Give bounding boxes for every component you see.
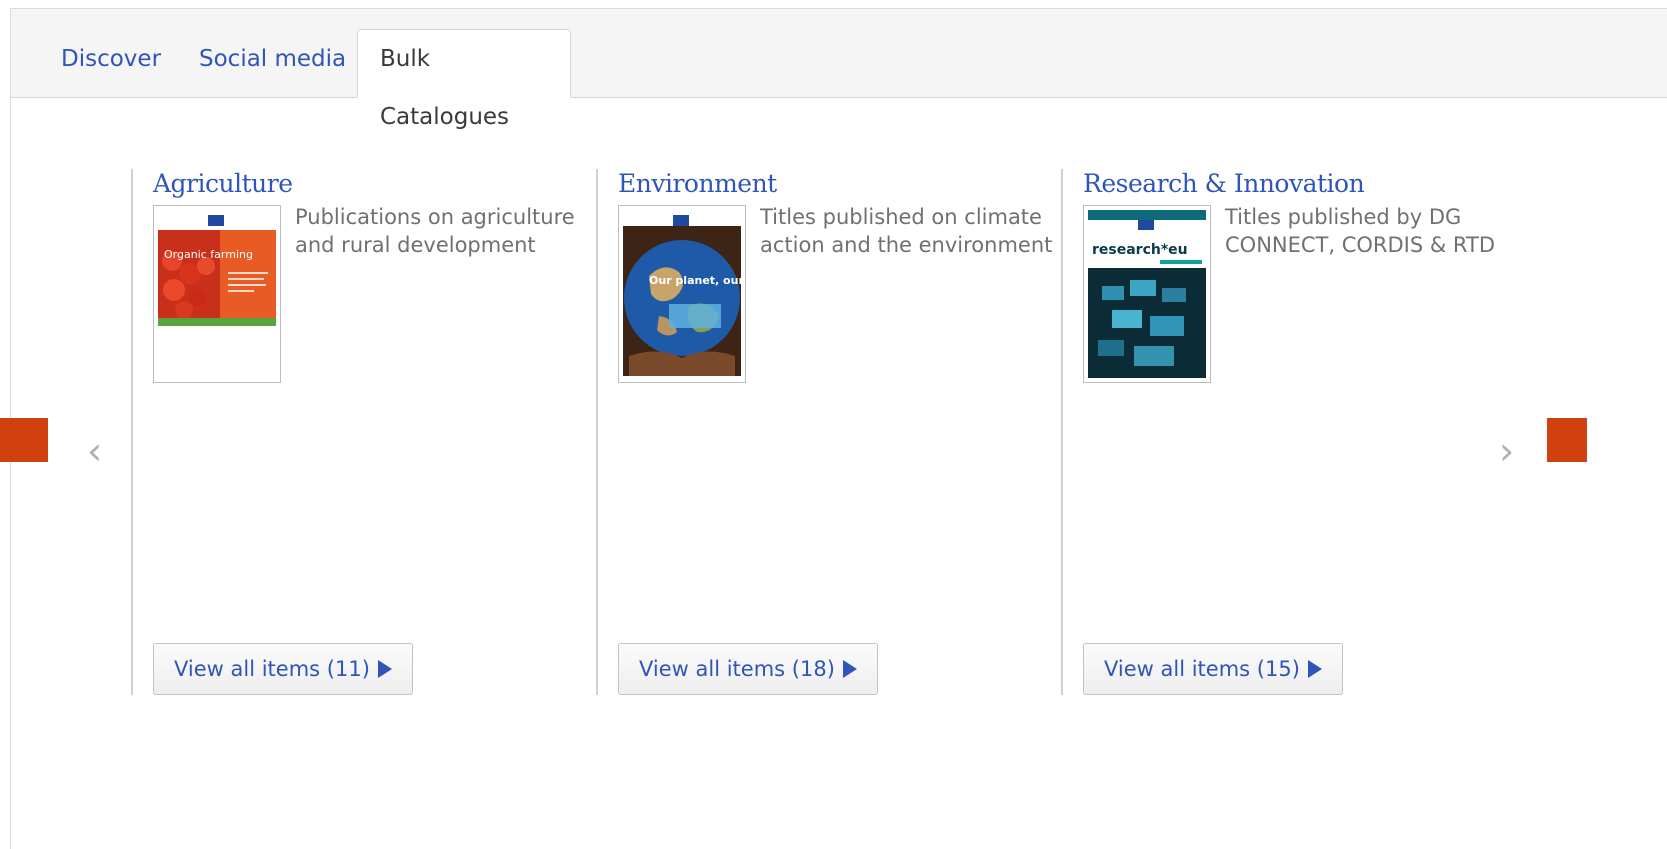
cover-image: Organic farming: [154, 206, 280, 382]
carousel-prev-button[interactable]: ‹: [87, 429, 102, 473]
view-all-items-button[interactable]: View all items (11): [153, 643, 413, 695]
view-all-items-button[interactable]: View all items (15): [1083, 643, 1343, 695]
cover-title-text: Organic farming: [164, 248, 253, 261]
button-label: View all items (18): [639, 657, 835, 681]
play-arrow-icon: [377, 660, 392, 678]
cover-title-text: research*eu: [1092, 242, 1188, 258]
catalogue-description: Titles published by DG CONNECT, CORDIS &…: [1225, 205, 1495, 257]
side-feedback-tab-right[interactable]: [1547, 418, 1587, 462]
tab-discover[interactable]: Discover: [39, 33, 183, 97]
tab-bulk-catalogues[interactable]: Bulk Catalogues: [357, 29, 571, 130]
view-all-items-button[interactable]: View all items (18): [618, 643, 878, 695]
catalogue-card-agriculture: Agriculture Organic farming Publications…: [131, 169, 598, 695]
catalogue-title-link[interactable]: Research & Innovation: [1083, 169, 1365, 198]
play-arrow-icon: [842, 660, 857, 678]
cover-title-text: Our planet, our future: [649, 274, 745, 287]
catalogue-cover-environment[interactable]: Our planet, our future: [618, 205, 746, 383]
catalogue-title-link[interactable]: Agriculture: [153, 169, 293, 198]
play-arrow-icon: [1307, 660, 1322, 678]
button-label: View all items (15): [1104, 657, 1300, 681]
chevron-left-icon: ‹: [87, 429, 103, 473]
catalogue-description: Publications on agriculture and rural de…: [295, 205, 575, 257]
catalogue-cover-research[interactable]: research*eu: [1083, 205, 1211, 383]
catalogue-card-research-innovation: Research & Innovation research*eu Titles…: [1061, 169, 1528, 695]
tab-bar: Discover Social media Bulk Catalogues: [11, 9, 1667, 130]
catalogue-card-environment: Environment Our planet, our future Title…: [596, 169, 1063, 695]
catalogue-panel: Discover Social media Bulk Catalogues ‹ …: [10, 8, 1667, 849]
catalogue-description: Titles published on climate action and t…: [760, 205, 1053, 257]
tab-social-media[interactable]: Social media: [177, 33, 368, 97]
chevron-right-icon: ›: [1499, 429, 1515, 473]
button-label: View all items (11): [174, 657, 370, 681]
carousel-next-button[interactable]: ›: [1499, 429, 1514, 473]
catalogue-title-link[interactable]: Environment: [618, 169, 777, 198]
catalogue-cover-agriculture[interactable]: Organic farming: [153, 205, 281, 383]
side-feedback-tab-left[interactable]: [0, 418, 48, 462]
catalogue-carousel: ‹ Agriculture Organic farming Publicatio…: [11, 97, 1667, 849]
cover-image: Our planet, our future: [619, 206, 745, 382]
cover-image: research*eu: [1084, 206, 1210, 382]
